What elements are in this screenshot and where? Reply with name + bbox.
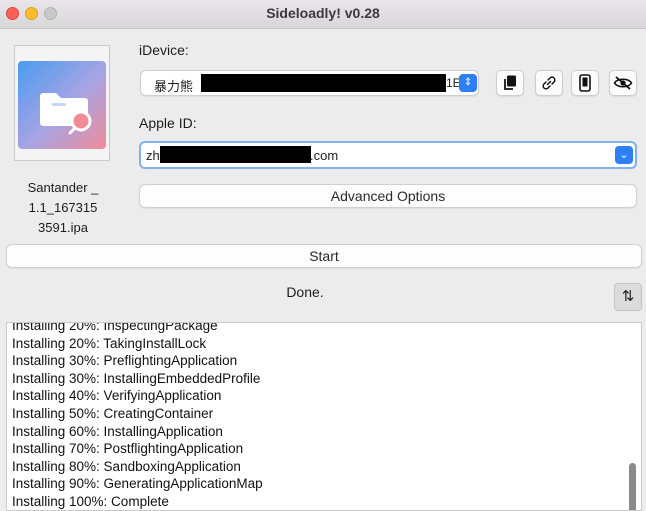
chevron-updown-icon[interactable]: ⇕ bbox=[459, 74, 477, 92]
ipa-drop-zone[interactable] bbox=[14, 45, 110, 161]
ipa-file-name: Santander _ 1.1_167315 3591.ipa bbox=[27, 180, 99, 235]
log-line: Installing 100%: Complete bbox=[12, 493, 169, 509]
window-title: Sideloadly! v0.28 bbox=[266, 5, 380, 21]
copy-button[interactable] bbox=[496, 70, 524, 96]
apple-id-value-prefix: zh bbox=[146, 148, 160, 163]
log-line: Installing 80%: SandboxingApplication bbox=[12, 458, 241, 474]
redacted-apple-id bbox=[160, 146, 311, 163]
apple-id-label: Apple ID: bbox=[139, 115, 197, 131]
sort-log-button[interactable]: ⇅ bbox=[614, 283, 642, 311]
hide-button[interactable] bbox=[609, 70, 637, 96]
phone-icon bbox=[579, 74, 591, 92]
log-line: Installing 90%: GeneratingApplicationMap bbox=[12, 476, 263, 492]
log-scrollbar[interactable] bbox=[629, 463, 636, 510]
log-line: Installing 50%: CreatingContainer bbox=[12, 405, 214, 421]
idevice-label: iDevice: bbox=[139, 42, 189, 58]
apple-id-value-suffix: .com bbox=[310, 148, 339, 163]
log-line: Installing 30%: PreflightingApplication bbox=[12, 353, 238, 369]
chevron-down-icon[interactable]: ⌄ bbox=[615, 146, 633, 164]
log-lines: Installing 20%: InspectingPackage Install… bbox=[12, 322, 621, 510]
log-line: Installing 40%: VerifyingApplication bbox=[12, 388, 222, 404]
start-button[interactable]: Start bbox=[6, 244, 642, 268]
log-line: Installing 30%: InstallingEmbeddedProfil… bbox=[12, 370, 261, 386]
idevice-select[interactable]: 暴力熊 1E ⇕ bbox=[140, 70, 479, 96]
device-button[interactable] bbox=[571, 70, 599, 96]
folder-search-icon bbox=[40, 93, 92, 135]
redacted-device-id bbox=[201, 74, 446, 92]
log-line: Installing 60%: InstallingApplication bbox=[12, 423, 223, 439]
log-line: Installing 20%: TakingInstallLock bbox=[12, 335, 207, 351]
copy-icon bbox=[504, 75, 516, 90]
link-icon bbox=[542, 76, 556, 90]
app-file-icon bbox=[18, 61, 106, 149]
apple-id-field[interactable]: zh .com ⌄ bbox=[139, 141, 637, 169]
log-line: Installing 70%: PostflightingApplication bbox=[12, 441, 244, 457]
log-line: Installing 20%: InspectingPackage bbox=[12, 322, 218, 333]
eye-slash-icon bbox=[613, 76, 633, 90]
status-text: Done. bbox=[286, 284, 324, 300]
link-button[interactable] bbox=[535, 70, 563, 96]
idevice-name: 暴力熊 bbox=[154, 79, 194, 94]
log-output[interactable]: Installing 20%: InspectingPackage Install… bbox=[6, 322, 642, 511]
sort-arrows-icon: ⇅ bbox=[621, 288, 635, 305]
title-bar: Sideloadly! v0.28 bbox=[0, 0, 646, 29]
advanced-options-button[interactable]: Advanced Options bbox=[139, 184, 637, 208]
